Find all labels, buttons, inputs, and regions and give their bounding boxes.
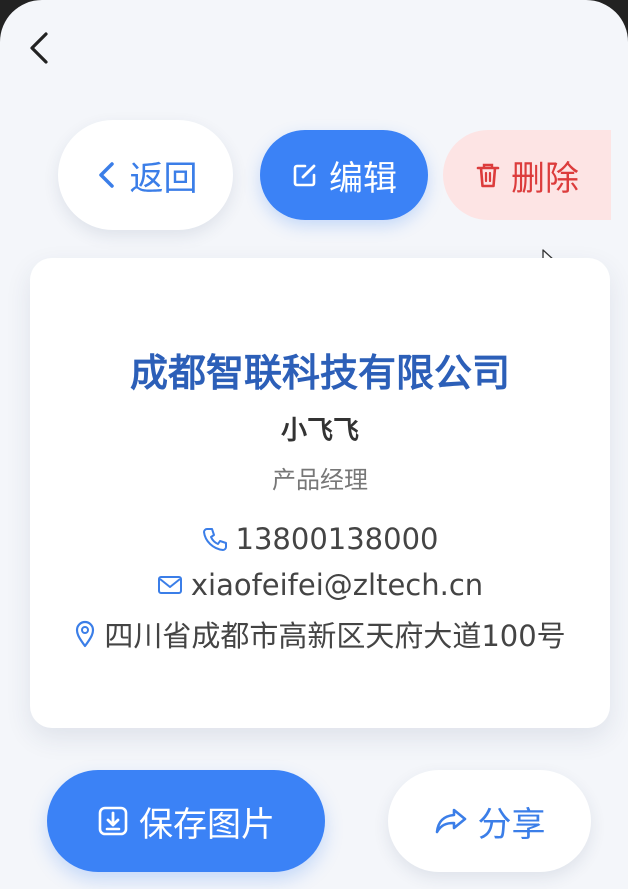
email-row[interactable]: xiaofeifei@zltech.cn [30,568,610,602]
save-image-button[interactable]: 保存图片 [47,770,325,872]
street-address: 四川省成都市高新区天府大道100号 [104,619,566,653]
share-label: 分享 [477,804,546,845]
edit-button[interactable]: 编辑 [260,130,428,220]
person-name: 小飞飞 [280,416,359,446]
back-button-label: 返回 [129,158,198,199]
chevron-left-icon [30,32,48,64]
delete-button-label: 删除 [511,158,579,199]
address-row[interactable]: 四川省成都市高新区天府大道100号 [30,613,610,655]
mail-icon [157,576,182,594]
nav-back-button[interactable] [26,28,56,68]
edit-icon [293,164,316,187]
email-address: xiaofeifei@zltech.cn [190,568,484,602]
phone-row[interactable]: 13800138000 [30,522,610,556]
save-image-label: 保存图片 [139,804,275,845]
delete-button[interactable]: 删除 [443,130,611,220]
back-button[interactable]: 返回 [58,120,233,230]
chevron-left-icon [98,162,114,188]
phone-icon [202,528,227,551]
download-icon [98,806,128,836]
business-card: 成都智联科技有限公司 小飞飞 产品经理 13800138000 xiaofeif… [30,258,610,728]
location-pin-icon [76,620,95,648]
screen: 返回 编辑 删除 成都智联科技有限公司 小飞飞 产品经理 13800138000 [0,0,628,889]
edit-button-label: 编辑 [329,158,397,199]
trash-icon [476,163,500,188]
company-name: 成都智联科技有限公司 [129,351,510,395]
phone-number: 13800138000 [235,522,439,556]
share-button[interactable]: 分享 [388,770,591,872]
job-title: 产品经理 [272,466,368,494]
share-arrow-icon [435,808,466,834]
